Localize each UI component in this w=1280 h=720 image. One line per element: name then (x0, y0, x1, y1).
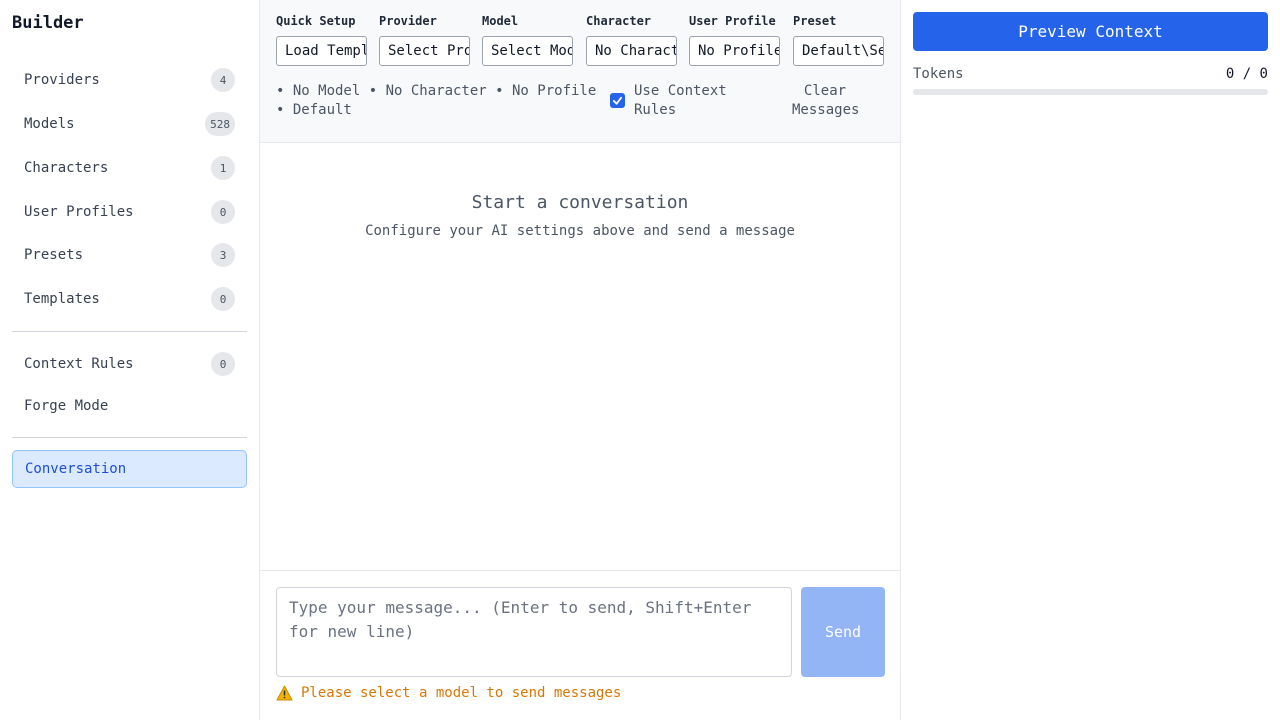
sidebar-item-context-rules[interactable]: Context Rules 0 (12, 346, 247, 382)
empty-state-title: Start a conversation (471, 192, 689, 213)
character-select[interactable]: No Character (586, 36, 677, 66)
use-context-rules-toggle[interactable]: Use Context Rules (610, 82, 744, 120)
sidebar-divider (12, 331, 247, 332)
sidebar-item-label: Providers (24, 72, 100, 88)
checkbox[interactable] (610, 93, 625, 108)
sidebar-item-label: Forge Mode (24, 398, 109, 414)
status-summary: • No Model • No Character • No Profile •… (276, 83, 597, 118)
field-label: Provider (379, 14, 437, 28)
provider-select[interactable]: Select Provider (379, 36, 470, 66)
count-badge: 0 (211, 352, 235, 376)
conversation-panel: Quick Setup Load Template Provider Selec… (260, 0, 901, 720)
count-badge: 3 (211, 243, 235, 267)
sidebar-item-providers[interactable]: Providers 4 (12, 62, 247, 98)
tokens-label: Tokens (913, 66, 964, 82)
field-label: Character (586, 14, 652, 28)
model-field: Model Select Model (482, 14, 573, 66)
settings-toolbar: Quick Setup Load Template Provider Selec… (260, 0, 900, 143)
field-label: Preset (793, 14, 837, 28)
send-button[interactable]: Send (801, 587, 885, 677)
field-label: User Profile (689, 14, 776, 28)
field-label: Quick Setup (276, 14, 356, 28)
count-badge: 0 (211, 287, 235, 311)
sidebar-item-label: Models (24, 116, 75, 132)
preview-context-button[interactable]: Preview Context (913, 12, 1268, 51)
message-composer: Send Please select a model to send messa… (260, 570, 900, 720)
warning-text: Please select a model to send messages (301, 685, 622, 701)
quick-setup-select[interactable]: Load Template (276, 36, 367, 66)
app-root: Builder Providers 4 Models 528 Character… (0, 0, 1280, 720)
use-context-rules-label: Use Context Rules (634, 83, 727, 118)
user-profile-select[interactable]: No Profile (689, 36, 780, 66)
sidebar-item-forge-mode[interactable]: Forge Mode (12, 388, 247, 424)
count-badge: 1 (211, 156, 235, 180)
count-badge: 4 (211, 68, 235, 92)
clear-messages-button[interactable]: Clear Messages (792, 82, 859, 120)
sidebar-item-user-profiles[interactable]: User Profiles 0 (12, 194, 247, 230)
count-badge: 0 (211, 200, 235, 224)
message-input[interactable] (276, 587, 792, 677)
brand-title: Builder (12, 13, 84, 33)
sidebar-item-templates[interactable]: Templates 0 (12, 281, 247, 317)
user-profile-field: User Profile No Profile (689, 14, 780, 66)
field-label: Model (482, 14, 519, 28)
sidebar-item-presets[interactable]: Presets 3 (12, 237, 247, 273)
preset-field: Preset Default\Se (793, 14, 884, 66)
sidebar-item-label: Context Rules (24, 356, 134, 372)
provider-field: Provider Select Provider (379, 14, 470, 66)
check-icon (612, 96, 623, 105)
empty-state: Start a conversation Configure your AI s… (260, 192, 900, 239)
sidebar: Builder Providers 4 Models 528 Character… (0, 0, 260, 720)
sidebar-item-models[interactable]: Models 528 (12, 106, 247, 142)
sidebar-item-label: Templates (24, 291, 100, 307)
sidebar-item-label: Conversation (25, 461, 127, 477)
sidebar-item-characters[interactable]: Characters 1 (12, 150, 247, 186)
sidebar-divider (12, 437, 247, 438)
token-usage-bar (913, 89, 1268, 95)
sidebar-item-label: User Profiles (24, 204, 134, 220)
character-field: Character No Character (586, 14, 677, 66)
model-select[interactable]: Select Model (482, 36, 573, 66)
empty-state-subtitle: Configure your AI settings above and sen… (365, 223, 795, 239)
sidebar-item-label: Characters (24, 160, 109, 176)
model-warning: Please select a model to send messages (276, 685, 621, 701)
token-counter: Tokens 0 / 0 (913, 66, 1268, 82)
warning-icon (276, 685, 293, 701)
count-badge: 528 (205, 112, 235, 136)
tokens-value: 0 / 0 (1225, 66, 1268, 82)
preset-select[interactable]: Default\Se (793, 36, 884, 66)
quick-setup-field: Quick Setup Load Template (276, 14, 367, 66)
sidebar-item-label: Presets (24, 247, 84, 263)
context-panel: Preview Context Tokens 0 / 0 (901, 0, 1280, 720)
sidebar-item-conversation[interactable]: Conversation (12, 450, 247, 488)
